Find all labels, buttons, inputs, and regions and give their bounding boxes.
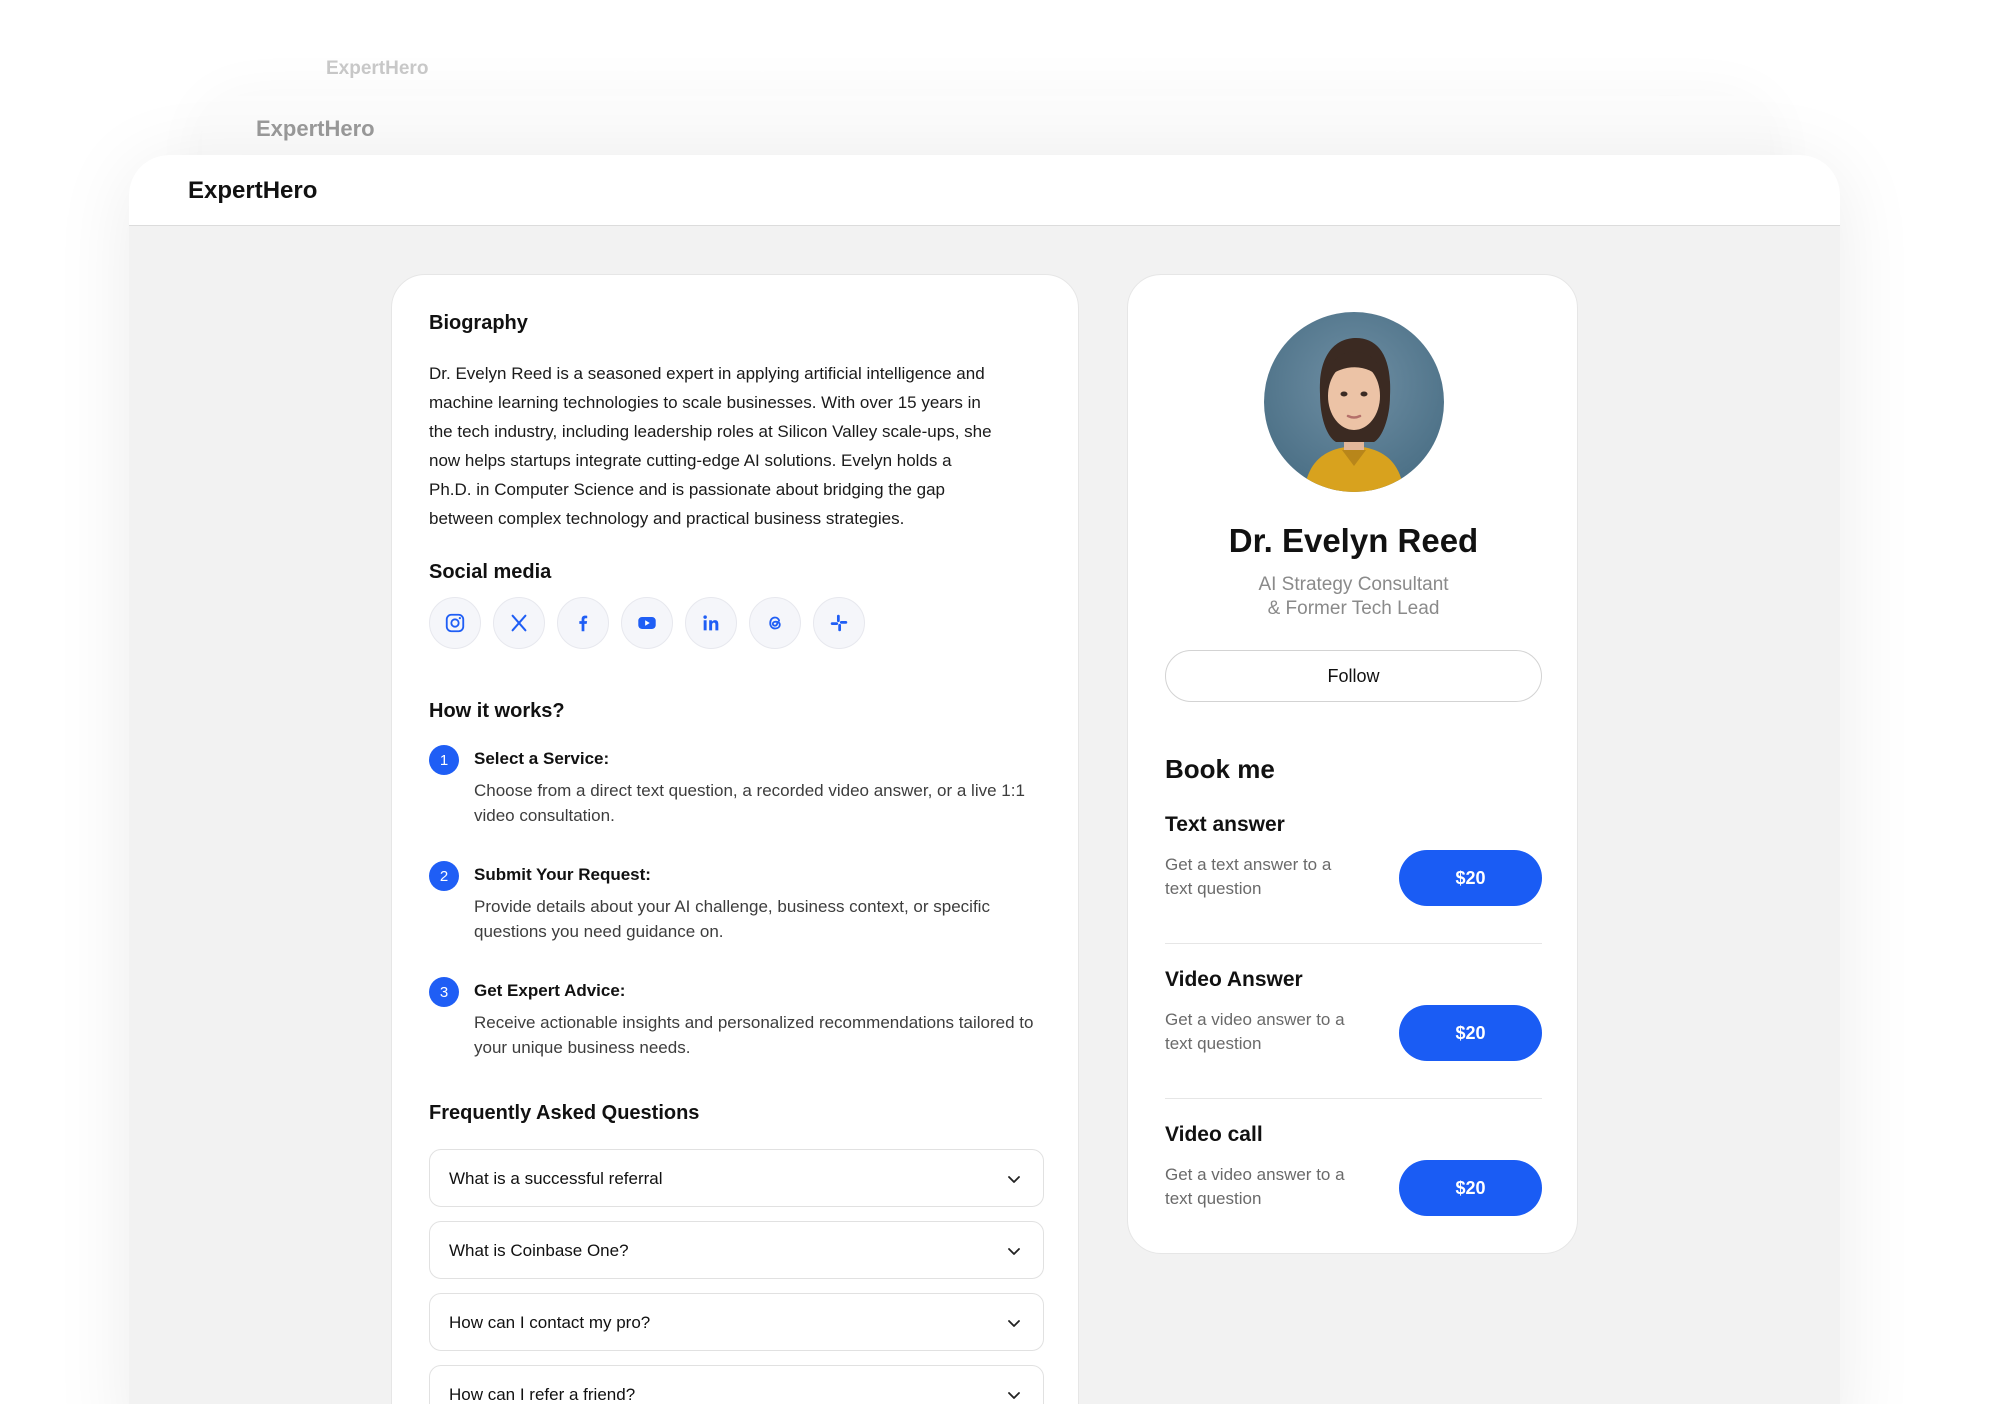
step-title: Get Expert Advice:: [474, 981, 626, 1000]
service-description-line: Get a text answer to a: [1165, 855, 1332, 874]
service-description-line: text question: [1165, 1189, 1262, 1208]
book-video-answer-button[interactable]: $20: [1399, 1005, 1542, 1061]
app-window: ExpertHero Biography Dr. Evelyn Reed is …: [129, 155, 1840, 1404]
biography-line: Ph.D. in Computer Science and is passion…: [429, 480, 945, 499]
divider: [1165, 1098, 1542, 1099]
facebook-icon: [579, 615, 588, 632]
ghost-window-title-back: ExpertHero: [326, 58, 429, 79]
biography-line: Dr. Evelyn Reed is a seasoned expert in …: [429, 364, 985, 383]
slack-link[interactable]: [813, 597, 865, 649]
x-icon: [511, 614, 527, 632]
brand-logo[interactable]: ExpertHero: [188, 177, 317, 205]
follow-button[interactable]: Follow: [1165, 650, 1542, 702]
top-bar: ExpertHero: [129, 155, 1840, 226]
expert-subtitle-line: & Former Tech Lead: [1267, 598, 1440, 619]
expert-subtitle: AI Strategy Consultant & Former Tech Lea…: [1128, 573, 1579, 621]
how-it-works-heading: How it works?: [429, 700, 565, 722]
biography-line: now helps startups integrate cutting-edg…: [429, 451, 952, 470]
faq-item[interactable]: What is Coinbase One?: [429, 1221, 1044, 1279]
ghost-window-title-mid: ExpertHero: [256, 116, 375, 141]
service-title: Video Answer: [1165, 968, 1303, 991]
step-description: Receive actionable insights and personal…: [474, 1013, 1034, 1057]
book-me-heading: Book me: [1165, 754, 1275, 784]
chevron-down-icon: [1008, 1392, 1020, 1399]
youtube-link[interactable]: [621, 597, 673, 649]
linkedin-link[interactable]: [685, 597, 737, 649]
service-description: Get a video answer to a text question: [1165, 1163, 1385, 1211]
slack-icon: [830, 614, 848, 632]
service-description-line: text question: [1165, 1034, 1262, 1053]
divider: [1165, 943, 1542, 944]
faq-heading: Frequently Asked Questions: [429, 1102, 700, 1124]
faq-item[interactable]: How can I contact my pro?: [429, 1293, 1044, 1351]
threads-icon: [769, 616, 781, 630]
service-title: Text answer: [1165, 813, 1285, 836]
service-description: Get a video answer to a text question: [1165, 1008, 1385, 1056]
step-number-badge: 1: [429, 745, 459, 775]
instagram-link[interactable]: [429, 597, 481, 649]
step-title: Submit Your Request:: [474, 865, 651, 884]
social-media-links: [429, 597, 865, 649]
expert-subtitle-line: AI Strategy Consultant: [1258, 574, 1449, 595]
book-text-answer-button[interactable]: $20: [1399, 850, 1542, 906]
step-number-badge: 3: [429, 977, 459, 1007]
faq-question: How can I contact my pro?: [449, 1313, 651, 1332]
service-description: Get a text answer to a text question: [1165, 853, 1385, 901]
service-description-line: text question: [1165, 879, 1262, 898]
social-media-heading: Social media: [429, 561, 552, 583]
expert-profile-card: Dr. Evelyn Reed AI Strategy Consultant &…: [1127, 274, 1578, 1254]
biography-line: machine learning technologies to scale b…: [429, 393, 981, 412]
biography-line: the tech industry, including leadership …: [429, 422, 992, 441]
faq-question: How can I refer a friend?: [449, 1385, 636, 1404]
threads-link[interactable]: [749, 597, 801, 649]
step-title: Select a Service:: [474, 749, 610, 768]
chevron-down-icon: [1008, 1248, 1020, 1255]
step-description: Provide details about your AI challenge,…: [474, 897, 990, 941]
faq-question: What is a successful referral: [449, 1169, 663, 1188]
facebook-link[interactable]: [557, 597, 609, 649]
expert-details-card: Biography Dr. Evelyn Reed is a seasoned …: [391, 274, 1079, 1404]
linkedin-icon: [703, 615, 719, 631]
biography-heading: Biography: [429, 312, 528, 334]
faq-item[interactable]: How can I refer a friend?: [429, 1365, 1044, 1404]
expert-name: Dr. Evelyn Reed: [1228, 522, 1479, 559]
chevron-down-icon: [1008, 1320, 1020, 1327]
step-description: Choose from a direct text question, a re…: [474, 781, 1025, 825]
book-video-call-button[interactable]: $20: [1399, 1160, 1542, 1216]
step-number-badge: 2: [429, 861, 459, 891]
biography-line: between complex technology and practical…: [429, 509, 905, 528]
faq-question: What is Coinbase One?: [449, 1241, 629, 1260]
expert-portrait: [1304, 338, 1404, 492]
chevron-down-icon: [1008, 1176, 1020, 1183]
avatar: [1264, 312, 1444, 492]
instagram-icon: [445, 613, 465, 633]
faq-item[interactable]: What is a successful referral: [429, 1149, 1044, 1207]
service-title: Video call: [1165, 1123, 1263, 1146]
youtube-icon: [638, 617, 656, 629]
x-link[interactable]: [493, 597, 545, 649]
service-description-line: Get a video answer to a: [1165, 1165, 1345, 1184]
biography-text: Dr. Evelyn Reed is a seasoned expert in …: [429, 359, 1049, 533]
service-description-line: Get a video answer to a: [1165, 1010, 1345, 1029]
